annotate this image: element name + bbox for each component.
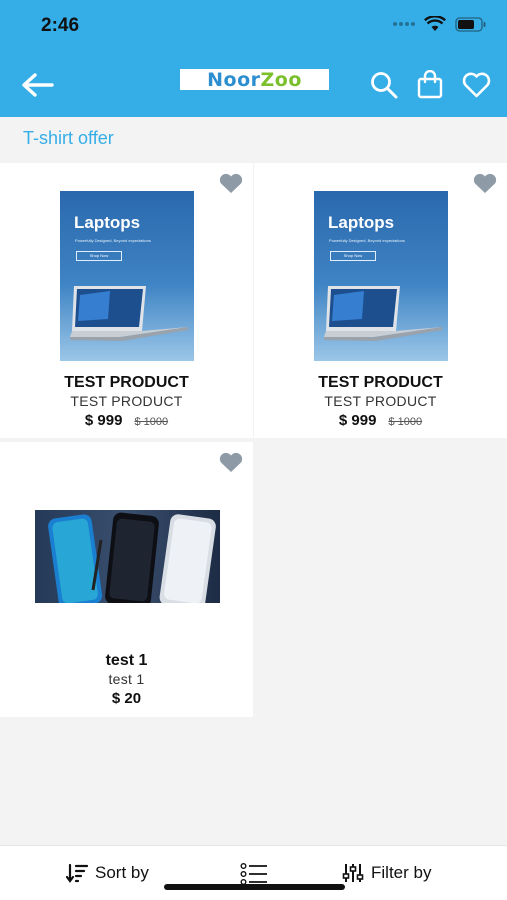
- product-subtitle: TEST PRODUCT: [70, 393, 183, 409]
- product-price-row: $ 20: [0, 690, 253, 707]
- filter-sliders-icon: [342, 864, 364, 882]
- product-price: $ 999: [84, 412, 123, 429]
- logo-noor: Noor: [207, 68, 261, 91]
- back-button[interactable]: [20, 70, 54, 100]
- product-card[interactable]: Laptops Powerfully Designed, Beyond expe…: [254, 163, 507, 438]
- app-logo: Noor Zoo: [180, 68, 329, 91]
- product-image[interactable]: Laptops Powerfully Designed, Beyond expe…: [314, 191, 448, 361]
- back-arrow-icon: [22, 73, 54, 97]
- product-old-price: $ 1000: [134, 416, 169, 428]
- product-price-row: $ 999 $ 1000: [0, 412, 253, 429]
- product-name: TEST PRODUCT: [64, 374, 189, 391]
- bottom-toolbar: Sort by Filter by: [0, 845, 507, 900]
- product-name: test 1: [105, 652, 148, 669]
- product-price: $ 20: [111, 690, 142, 707]
- favorite-heart-icon[interactable]: [219, 173, 243, 194]
- laptop-illustration: [324, 286, 442, 341]
- list-view-icon: [240, 863, 267, 885]
- sort-icon: [66, 863, 88, 883]
- search-icon[interactable]: [369, 70, 399, 100]
- status-icons: [393, 16, 487, 32]
- favorite-heart-icon[interactable]: [473, 173, 497, 194]
- view-toggle-button[interactable]: [240, 863, 268, 885]
- product-image[interactable]: Laptops Powerfully Designed, Beyond expe…: [60, 191, 194, 361]
- filter-button[interactable]: Filter by: [342, 863, 431, 883]
- sort-label: Sort by: [95, 863, 149, 882]
- filter-label: Filter by: [371, 863, 432, 882]
- product-card[interactable]: Laptops Powerfully Designed, Beyond expe…: [0, 163, 253, 438]
- section-title: T-shirt offer: [23, 128, 114, 148]
- product-image[interactable]: [35, 510, 220, 603]
- battery-icon: [455, 16, 486, 32]
- product-old-price: $ 1000: [388, 416, 423, 428]
- favorite-heart-icon[interactable]: [219, 452, 243, 473]
- product-card[interactable]: test 1 test 1 $ 20: [0, 442, 253, 717]
- logo-zoo: Zoo: [260, 68, 302, 91]
- product-price-row: $ 999 $ 1000: [254, 412, 507, 429]
- signal-icon: [393, 22, 415, 26]
- shopping-bag-icon[interactable]: [416, 70, 444, 100]
- app-header: 2:46 Noor Zoo: [0, 0, 507, 117]
- product-subtitle: TEST PRODUCT: [324, 393, 437, 409]
- phones-illustration: [48, 512, 216, 603]
- laptop-illustration: [70, 286, 188, 341]
- product-price: $ 999: [338, 412, 377, 429]
- product-subtitle: test 1: [108, 671, 145, 687]
- wishlist-heart-icon[interactable]: [461, 70, 492, 100]
- product-name: TEST PRODUCT: [318, 374, 443, 391]
- status-time: 2:46: [41, 15, 80, 36]
- home-indicator[interactable]: [164, 884, 345, 890]
- sort-button[interactable]: Sort by: [66, 863, 149, 883]
- wifi-icon: [424, 16, 446, 31]
